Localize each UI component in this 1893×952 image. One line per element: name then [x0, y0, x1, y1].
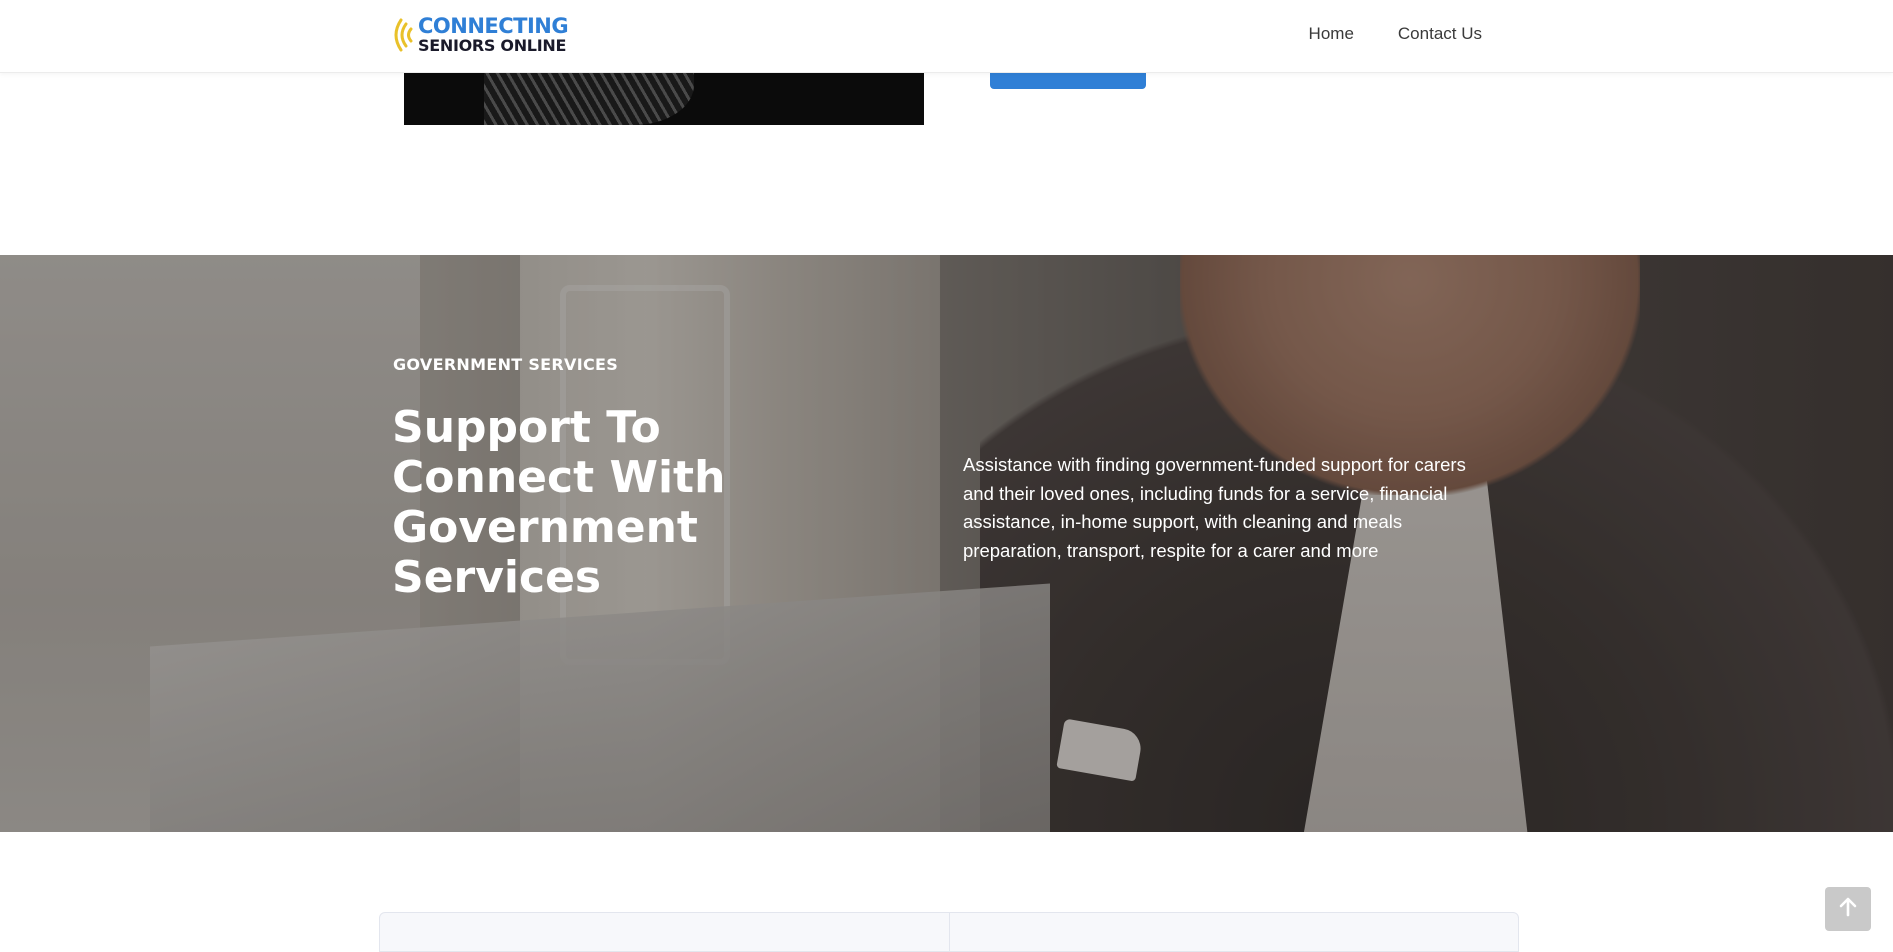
service-cards [379, 912, 1519, 952]
nav-contact-link[interactable]: Contact Us [1398, 24, 1482, 44]
signal-waves-icon [392, 15, 416, 55]
section-description: Assistance with finding government-funde… [963, 454, 1466, 561]
section-eyebrow: GOVERNMENT SERVICES [393, 355, 619, 374]
logo-line-1: CONNECTING [418, 14, 569, 38]
logo-line-2: SENIORS ONLINE [418, 36, 567, 55]
site-header: CONNECTING SENIORS ONLINE Home Contact U… [0, 0, 1893, 73]
section-title: Support To Connect With Government Servi… [392, 402, 726, 603]
scroll-to-top-button[interactable] [1825, 887, 1871, 931]
logo-text: CONNECTING SENIORS ONLINE [418, 14, 569, 55]
government-services-section: GOVERNMENT SERVICES Support To Connect W… [0, 255, 1893, 832]
service-card[interactable] [948, 913, 1519, 951]
hero-content: GOVERNMENT SERVICES Support To Connect W… [0, 255, 1893, 832]
service-card[interactable] [380, 913, 949, 951]
arrow-up-icon [1837, 896, 1859, 923]
nav-home-link[interactable]: Home [1309, 24, 1354, 44]
site-logo[interactable]: CONNECTING SENIORS ONLINE [392, 14, 569, 55]
main-nav: Home Contact Us [1309, 24, 1482, 44]
